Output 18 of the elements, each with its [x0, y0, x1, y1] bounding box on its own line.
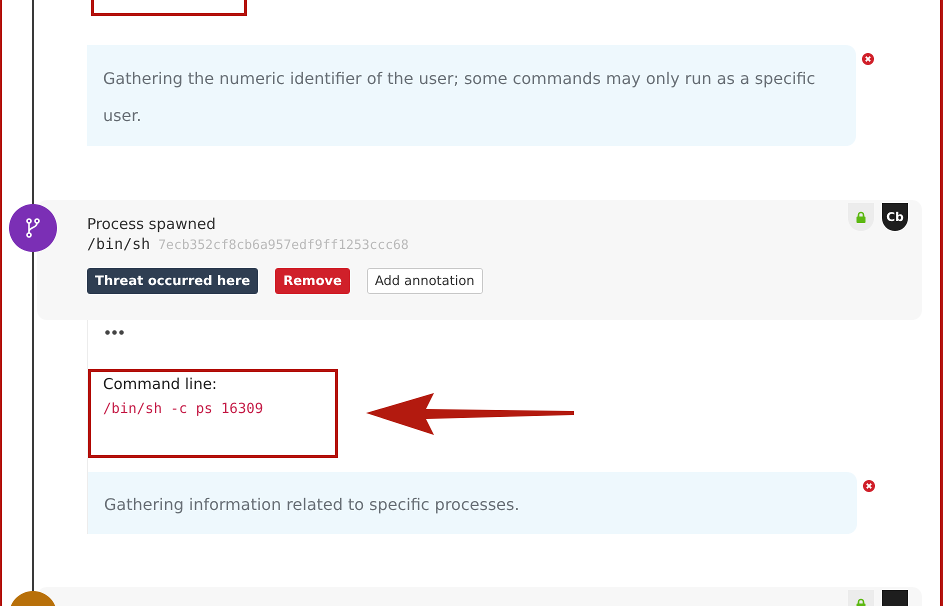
command-value: /bin/sh -c ps 16309: [103, 401, 264, 417]
process-hash: 7ecb352cf8cb6a957edf9ff1253ccc68: [158, 238, 409, 253]
threat-button[interactable]: Threat occurred here: [87, 268, 258, 294]
close-button[interactable]: [862, 53, 874, 65]
event-title: Process spawned: [87, 215, 216, 233]
close-button[interactable]: [863, 480, 875, 492]
lock-icon: [856, 211, 866, 223]
close-icon: [862, 53, 874, 65]
fork-icon: [25, 218, 41, 238]
more-icon[interactable]: [104, 330, 124, 335]
remove-button[interactable]: Remove: [275, 268, 350, 294]
note-text: Gathering information related to specific processes.: [104, 494, 520, 516]
process-path: /bin/sh: [87, 235, 150, 253]
source-badge: Cb: [882, 203, 908, 231]
annotation-button[interactable]: Add annotation: [366, 268, 483, 294]
close-icon: [863, 480, 875, 492]
command-label: Command line:: [103, 375, 218, 393]
note-text: Gathering the numeric identifier of the user; some commands may only run as a specific user.: [103, 68, 816, 127]
